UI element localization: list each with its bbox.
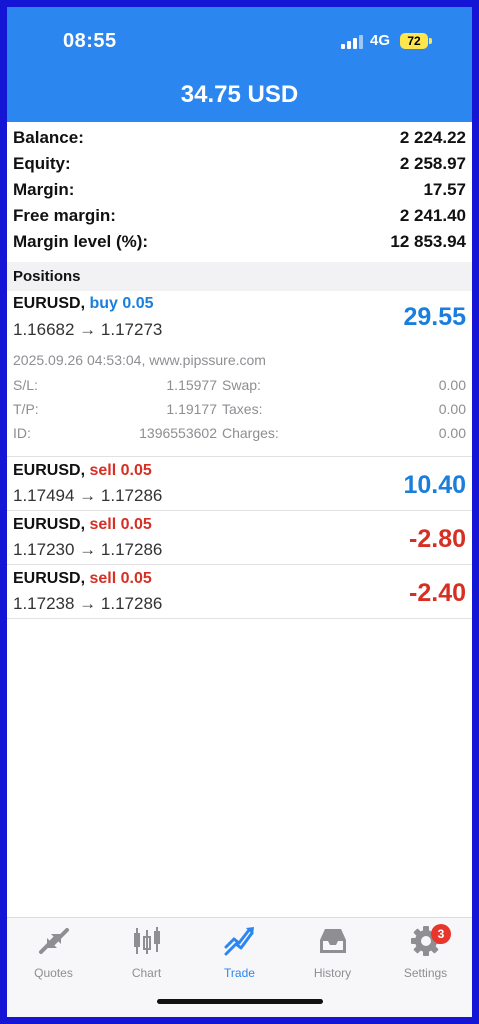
page-title: 34.75 USD [180, 81, 299, 108]
summary-row-free-margin: Free margin: 2 241.40 [13, 203, 466, 229]
position-row[interactable]: EURUSD, sell 0.05 1.17230 → 1.17286 -2.8… [7, 511, 472, 564]
detail-value: 1.15977 [166, 377, 217, 393]
detail-key: T/P: [13, 401, 39, 417]
position-symbol: EURUSD, [13, 516, 86, 533]
detail-value: 0.00 [438, 425, 466, 441]
quotes-arrows-icon [38, 928, 69, 954]
position-title: EURUSD, sell 0.05 [13, 516, 152, 534]
detail-key: Swap: [222, 377, 261, 393]
detail-key: Charges: [222, 425, 279, 441]
home-indicator [157, 999, 323, 1004]
network-type: 4G [370, 32, 391, 49]
position-profit: 29.55 [403, 303, 466, 331]
summary-label: Free margin: [13, 206, 116, 225]
position-prices: 1.17238 → 1.17286 [13, 594, 163, 613]
summary-value: 12 853.94 [390, 232, 466, 251]
summary-value: 17.57 [423, 180, 466, 199]
summary-value: 2 241.40 [399, 206, 466, 225]
notification-badge: 3 [431, 924, 451, 944]
position-profit: -2.80 [409, 525, 466, 553]
detail-key: Taxes: [222, 401, 263, 417]
summary-label: Balance: [13, 128, 84, 147]
position-side: sell 0.05 [89, 516, 152, 533]
tab-quotes[interactable]: Quotes [7, 924, 100, 984]
summary-row-equity: Equity: 2 258.97 [13, 151, 466, 177]
summary-label: Equity: [13, 154, 71, 173]
summary-label: Margin level (%): [13, 232, 149, 251]
position-title: EURUSD, sell 0.05 [13, 462, 152, 480]
position-side: sell 0.05 [89, 570, 152, 587]
detail-key: ID: [13, 425, 31, 441]
summary-label: Margin: [13, 180, 75, 199]
detail-value: 0.00 [438, 377, 466, 393]
summary-value: 2 224.22 [399, 128, 466, 147]
summary-row-margin: Margin: 17.57 [13, 177, 466, 203]
tab-settings[interactable]: 3 Settings [379, 924, 472, 984]
summary-value: 2 258.97 [399, 154, 466, 173]
position-row[interactable]: EURUSD, sell 0.05 1.17238 → 1.17286 -2.4… [7, 565, 472, 618]
detail-value: 1396553602 [139, 425, 217, 441]
detail-row-id: ID: 1396553602 Charges: 0.00 [13, 425, 466, 445]
positions-section-header: Positions [7, 262, 472, 291]
position-profit: -2.40 [409, 579, 466, 607]
battery-icon: 72 [400, 33, 428, 49]
position-profit: 10.40 [403, 471, 466, 499]
position-title: EURUSD, buy 0.05 [13, 295, 154, 313]
position-row[interactable]: EURUSD, sell 0.05 1.17494 → 1.17286 10.4… [7, 457, 472, 510]
position-side: buy 0.05 [89, 295, 154, 312]
header-bar: 08:55 4G 72 34.75 USD [7, 7, 472, 122]
tab-label: Quotes [34, 966, 73, 980]
inbox-tray-icon [319, 929, 346, 953]
tab-label: History [313, 966, 352, 980]
battery-tip [429, 38, 432, 44]
summary-row-margin-level: Margin level (%): 12 853.94 [13, 229, 466, 255]
position-symbol: EURUSD, [13, 570, 86, 587]
position-open-time: 2025.09.26 04:53:04, www.pipssure.com [13, 352, 266, 368]
tab-label: Chart [131, 966, 162, 980]
position-prices: 1.17230 → 1.17286 [13, 540, 163, 559]
position-title: EURUSD, sell 0.05 [13, 570, 152, 588]
signal-strength-icon [341, 35, 363, 49]
position-side: sell 0.05 [89, 462, 152, 479]
detail-row-sl: S/L: 1.15977 Swap: 0.00 [13, 377, 466, 397]
app-screen: 08:55 4G 72 34.75 USD Balance: 2 224.22 … [7, 7, 472, 1017]
detail-value: 0.00 [438, 401, 466, 417]
position-symbol: EURUSD, [13, 462, 86, 479]
detail-row-tp: T/P: 1.19177 Taxes: 0.00 [13, 401, 466, 421]
summary-row-balance: Balance: 2 224.22 [13, 125, 466, 151]
row-divider [7, 618, 472, 619]
trade-trend-icon [224, 927, 254, 956]
position-symbol: EURUSD, [13, 295, 86, 312]
positions-heading: Positions [13, 268, 81, 285]
position-prices: 1.17494 → 1.17286 [13, 486, 163, 505]
tab-label: Trade [224, 966, 255, 980]
tab-chart[interactable]: Chart [100, 924, 193, 984]
detail-key: S/L: [13, 377, 38, 393]
status-time: 08:55 [63, 30, 117, 52]
position-prices: 1.16682 → 1.17273 [13, 320, 163, 339]
candlestick-icon [133, 927, 160, 954]
tab-history[interactable]: History [286, 924, 379, 984]
tab-label: Settings [403, 966, 448, 980]
tab-trade[interactable]: Trade [193, 924, 286, 984]
detail-value: 1.19177 [166, 401, 217, 417]
